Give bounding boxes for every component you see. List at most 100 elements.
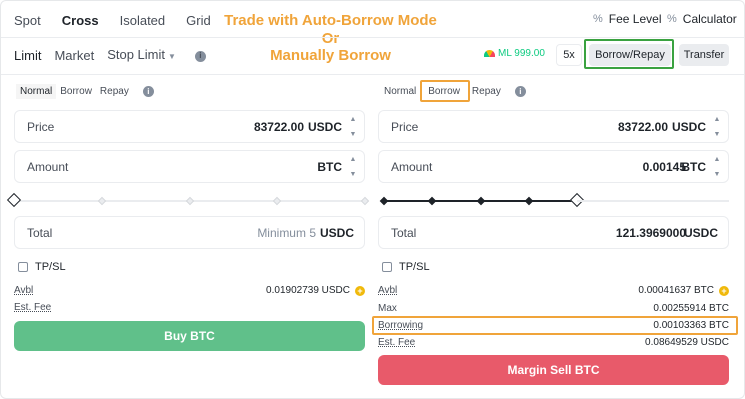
sell-amount-field[interactable]: Amount 0.00145 BTC ▲ ▼ [378,150,729,183]
divider [1,74,744,75]
percent-icon: % [593,13,603,25]
buy-button[interactable]: Buy BTC [14,321,365,351]
buy-amount-field[interactable]: Amount BTC ▲ ▼ [14,150,365,183]
slider-stop[interactable] [428,196,437,206]
plus-circle-icon[interactable]: + [719,285,729,296]
gauge-icon [484,50,495,57]
stop-limit-label: Stop Limit [107,47,165,62]
mode-repay[interactable]: Repay [96,84,133,99]
tab-cross[interactable]: Cross [62,13,99,29]
price-unit: USDC [307,119,342,134]
borrow-repay-button[interactable]: Borrow/Repay [589,44,671,66]
est-fee-label: Est. Fee [14,302,52,313]
slider-stop[interactable] [379,196,389,206]
order-type-tabs: Limit Market Stop Limit ▼ i [14,47,219,65]
price-unit: USDC [671,119,706,134]
buy-percent-slider[interactable] [6,192,370,208]
overlay-title-line3: Manually Borrow [270,47,391,64]
sell-avbl-row: Avbl 0.00041637 BTC + [378,285,729,296]
stepper-up-icon[interactable]: ▲ [714,115,721,124]
margin-level-value: ML 999.00 [498,48,545,59]
tab-isolated[interactable]: Isolated [120,13,166,29]
sell-max-row: Max 0.00255914 BTC [378,303,729,314]
trade-panel: Spot Cross Isolated Grid Trade with Auto… [0,0,745,399]
fee-level-label: Fee Level [608,12,662,26]
caret-down-icon: ▼ [168,52,176,61]
slider-stop[interactable] [524,196,533,206]
margin-sell-button[interactable]: Margin Sell BTC [378,355,729,385]
price-value: 83722.00 [253,119,304,134]
total-placeholder: Minimum 5 [257,225,316,240]
slider-track [577,200,729,202]
slider-stop[interactable] [273,196,282,206]
sell-percent-slider[interactable] [379,192,585,208]
buy-total-field[interactable]: Total Minimum 5 USDC [14,216,365,249]
stepper-up-icon[interactable]: ▲ [350,115,357,124]
price-stepper[interactable]: ▲ ▼ [710,115,724,139]
slider-stop[interactable] [97,196,106,206]
calculator-label: Calculator [682,12,737,26]
slider-stop[interactable] [185,196,194,206]
buy-fee-row: Est. Fee [14,302,365,313]
tpsl-label: TP/SL [35,261,66,273]
sell-borrowing-row: Borrowing 0.00103363 BTC [378,320,729,331]
stepper-down-icon[interactable]: ▼ [714,130,721,139]
buy-avbl-row: Avbl 0.01902739 USDC + [14,285,365,296]
price-stepper[interactable]: ▲ ▼ [346,115,360,139]
order-type-limit[interactable]: Limit [14,48,41,64]
stepper-down-icon[interactable]: ▼ [350,130,357,139]
leverage-button[interactable]: 5x [556,44,582,66]
stepper-down-icon[interactable]: ▼ [714,170,721,179]
mode-borrow[interactable]: Borrow [56,84,96,99]
order-type-market[interactable]: Market [54,48,94,64]
amount-label: Amount [391,159,433,174]
sell-total-field[interactable]: Total 121.3969000 USDC [378,216,729,249]
est-fee-label: Est. Fee [378,337,416,348]
info-icon[interactable]: i [194,50,206,62]
sell-price-field[interactable]: Price 83722.00 USDC ▲ ▼ [378,110,729,143]
total-label: Total [27,225,53,240]
price-label: Price [391,119,419,134]
mode-normal[interactable]: Normal [16,84,57,99]
stepper-up-icon[interactable]: ▲ [350,155,357,164]
slider-handle[interactable] [6,192,22,208]
price-label: Price [27,119,55,134]
info-icon[interactable]: i [142,86,154,97]
amount-unit: BTC [681,159,706,174]
checkbox[interactable] [18,262,28,272]
total-unit: USDC [319,225,354,240]
mode-normal[interactable]: Normal [380,84,420,99]
overlay-title-line1: Trade with Auto-Borrow Mode [224,12,437,29]
max-label: Max [378,303,397,314]
slider-stop[interactable] [360,196,370,206]
amount-stepper[interactable]: ▲ ▼ [346,155,360,179]
stepper-up-icon[interactable]: ▲ [714,155,721,164]
amount-value: 0.00145 [642,159,686,174]
avbl-label: Avbl [378,285,398,296]
transfer-button[interactable]: Transfer [679,44,729,66]
buy-price-field[interactable]: Price 83722.00 USDC ▲ ▼ [14,110,365,143]
amount-stepper[interactable]: ▲ ▼ [710,155,724,179]
total-label: Total [391,225,417,240]
overlay-title-line2: Or [321,30,340,47]
buy-tpsl-checkbox[interactable]: TP/SL [18,261,66,273]
slider-stop[interactable] [476,196,485,206]
fee-level-link[interactable]: % Fee Level [593,12,661,26]
stepper-down-icon[interactable]: ▼ [350,170,357,179]
tab-spot[interactable]: Spot [14,13,41,29]
sell-slider-rest [577,195,729,207]
avbl-value: 0.01902739 USDC [266,285,350,296]
est-fee-value: 0.08649529 USDC [645,337,729,348]
info-icon[interactable]: i [514,86,526,97]
amount-label: Amount [27,159,69,174]
mode-repay[interactable]: Repay [468,84,505,99]
sell-tpsl-checkbox[interactable]: TP/SL [382,261,430,273]
borrow-mode-highlight [420,80,470,102]
total-value: 121.3969000 [615,225,686,240]
plus-circle-icon[interactable]: + [355,285,365,296]
margin-level[interactable]: ML 999.00 [484,48,545,59]
calculator-link[interactable]: % Calculator [667,12,737,26]
amount-unit: BTC [317,159,342,174]
checkbox[interactable] [382,262,392,272]
order-type-stop-limit[interactable]: Stop Limit ▼ [107,47,176,65]
